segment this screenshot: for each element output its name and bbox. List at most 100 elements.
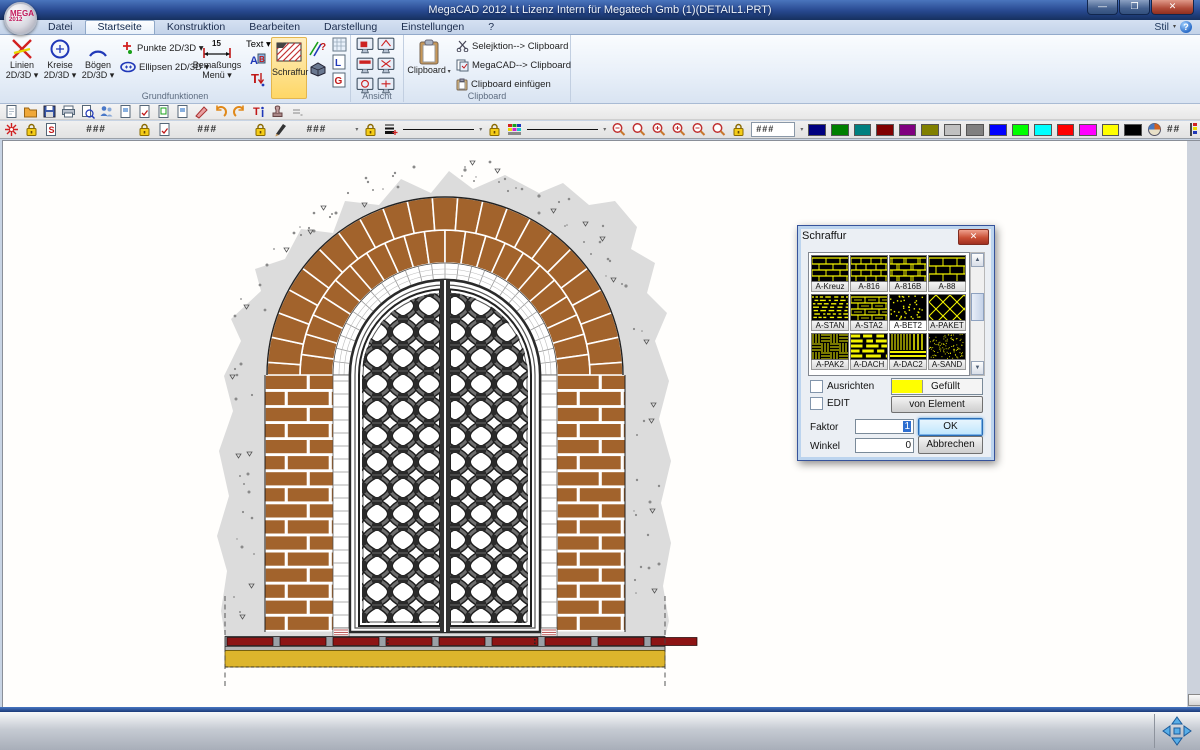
edit-checkbox[interactable]: EDIT <box>810 397 850 410</box>
line-width-icon[interactable] <box>383 122 398 137</box>
grid-icon[interactable] <box>332 37 347 52</box>
text-style-icon[interactable]: A B <box>249 52 267 68</box>
tab-datei[interactable]: Datei <box>36 20 85 34</box>
palette-color-4[interactable] <box>899 124 917 136</box>
palette-color-12[interactable] <box>1079 124 1097 136</box>
palette-color-6[interactable] <box>944 124 962 136</box>
palette-color-5[interactable] <box>921 124 939 136</box>
linien-2d3d-button[interactable]: Linien2D/3D ▾ <box>3 37 41 80</box>
abbrechen-button[interactable]: Abbrechen <box>918 436 983 454</box>
group-lock-icon[interactable] <box>137 122 152 137</box>
dropdown-caret-icon[interactable]: ▾ <box>479 126 482 133</box>
ausrichten-checkbox[interactable]: Ausrichten <box>810 380 874 393</box>
snap-point-icon[interactable] <box>4 122 19 137</box>
pattern-a-dach[interactable]: A-DACH <box>850 333 888 370</box>
hash-label[interactable]: ## <box>1167 124 1180 135</box>
zoom-window-icon[interactable] <box>631 122 646 137</box>
pattern-swatch[interactable] <box>850 294 888 321</box>
new-file-icon[interactable] <box>4 104 19 119</box>
print-icon[interactable] <box>61 104 76 119</box>
palette-color-2[interactable] <box>854 124 872 136</box>
checkbox-box[interactable] <box>810 380 823 393</box>
view-monitor-icon[interactable] <box>377 57 395 74</box>
pattern-swatch[interactable] <box>889 333 927 360</box>
pattern-a-sand[interactable]: A-SAND <box>928 333 966 370</box>
kreise-2d3d-button[interactable]: Kreise2D/3D ▾ <box>41 37 79 80</box>
redo-icon[interactable] <box>232 104 247 119</box>
layer-combo[interactable]: ### <box>86 124 106 135</box>
pattern-a-stan[interactable]: A-STAN <box>811 294 849 331</box>
zoom-pan-icon[interactable] <box>711 122 726 137</box>
pan-arrows-icon[interactable] <box>1162 716 1192 746</box>
zoom-out-icon[interactable] <box>611 122 626 137</box>
faktor-input[interactable]: 1 <box>855 419 914 434</box>
print-preview-icon[interactable] <box>80 104 95 119</box>
pattern-a-88[interactable]: A-88 <box>928 255 966 292</box>
schraffur-button[interactable]: Schraffur <box>271 37 307 99</box>
pattern-swatch[interactable] <box>889 294 927 321</box>
delete-icon[interactable] <box>194 104 209 119</box>
clipboard-big-button[interactable]: Clipboard ▾ <box>407 38 451 78</box>
save-icon[interactable] <box>42 104 57 119</box>
palette-color-0[interactable] <box>808 124 826 136</box>
line-color-rows-icon[interactable] <box>507 122 522 137</box>
color-wheel-icon[interactable] <box>1147 122 1162 137</box>
close-button[interactable]: ✕ <box>1151 0 1194 15</box>
restore-button[interactable]: ❐ <box>1119 0 1150 15</box>
zoom-in-icon[interactable] <box>671 122 686 137</box>
pattern-swatch[interactable] <box>811 255 849 282</box>
dropdown-caret-icon[interactable]: ▾ <box>800 126 803 133</box>
pattern-scrollbar[interactable]: ▲ ▼ <box>970 252 985 376</box>
layer-select-icon[interactable]: S <box>44 122 59 137</box>
palette-color-11[interactable] <box>1057 124 1075 136</box>
pattern-a-dac2[interactable]: A-DAC2 <box>889 333 927 370</box>
palette-color-10[interactable] <box>1034 124 1052 136</box>
line-style-preview[interactable] <box>403 129 474 130</box>
tab-bearbeiten[interactable]: Bearbeiten <box>237 20 312 34</box>
pen-style-icon[interactable] <box>273 122 288 137</box>
palette-color-1[interactable] <box>831 124 849 136</box>
help-icon[interactable]: ? <box>1180 21 1192 33</box>
ok-button[interactable]: OK <box>918 418 983 436</box>
dropdown-caret-icon[interactable]: ▾ <box>603 126 606 133</box>
group-g-icon[interactable]: G <box>332 72 347 88</box>
megacad-logo-icon[interactable]: MEGA 2012 <box>4 2 37 35</box>
layer-l-icon[interactable]: L <box>332 54 347 70</box>
drawing-canvas[interactable] <box>2 140 1188 708</box>
scroll-thumb[interactable] <box>971 293 984 321</box>
dropdown-caret-icon[interactable]: ▾ <box>355 126 358 133</box>
layer-lock-icon[interactable] <box>24 122 39 137</box>
dialog-close-button[interactable]: ✕ <box>958 229 989 245</box>
pattern-swatch[interactable] <box>928 333 966 360</box>
tab-einstellungen[interactable]: Einstellungen <box>389 20 476 34</box>
tab-?[interactable]: ? <box>476 20 506 34</box>
color-bar-icon[interactable] <box>1185 122 1200 137</box>
stil-menu[interactable]: Stil ▾ ? <box>1154 20 1192 34</box>
tab-startseite[interactable]: Startseite <box>85 20 155 34</box>
view-monitor-icon[interactable] <box>377 37 395 54</box>
sheet-frame-icon[interactable] <box>156 104 171 119</box>
pattern-a-pak2[interactable]: A-PAK2 <box>811 333 849 370</box>
palette-color-8[interactable] <box>989 124 1007 136</box>
view-monitor-icon[interactable] <box>356 37 374 54</box>
tab-darstellung[interactable]: Darstellung <box>312 20 389 34</box>
undo-icon[interactable] <box>213 104 228 119</box>
pattern-swatch[interactable] <box>850 255 888 282</box>
palette-color-3[interactable] <box>876 124 894 136</box>
text-info-icon[interactable]: T <box>251 104 266 119</box>
pattern-swatch[interactable] <box>928 255 966 282</box>
clipboard-einfuegen-button[interactable]: Clipboard einfügen <box>456 78 551 91</box>
stamp-icon[interactable] <box>270 104 285 119</box>
group-select-icon[interactable] <box>157 122 172 137</box>
zoom-minus-icon[interactable] <box>691 122 706 137</box>
pattern-swatch[interactable] <box>811 333 849 360</box>
color-combo[interactable]: ### <box>751 122 795 137</box>
tab-konstruktion[interactable]: Konstruktion <box>155 20 237 34</box>
boegen-2d3d-button[interactable]: Bögen2D/3D ▾ <box>79 37 117 80</box>
palette-color-7[interactable] <box>966 124 984 136</box>
pen-lock-icon[interactable] <box>253 122 268 137</box>
sheet-view-icon[interactable] <box>175 104 190 119</box>
palette-color-9[interactable] <box>1012 124 1030 136</box>
pattern-swatch[interactable] <box>811 294 849 321</box>
selektion-clipboard-button[interactable]: Selejktion--> Clipboard <box>456 40 568 52</box>
